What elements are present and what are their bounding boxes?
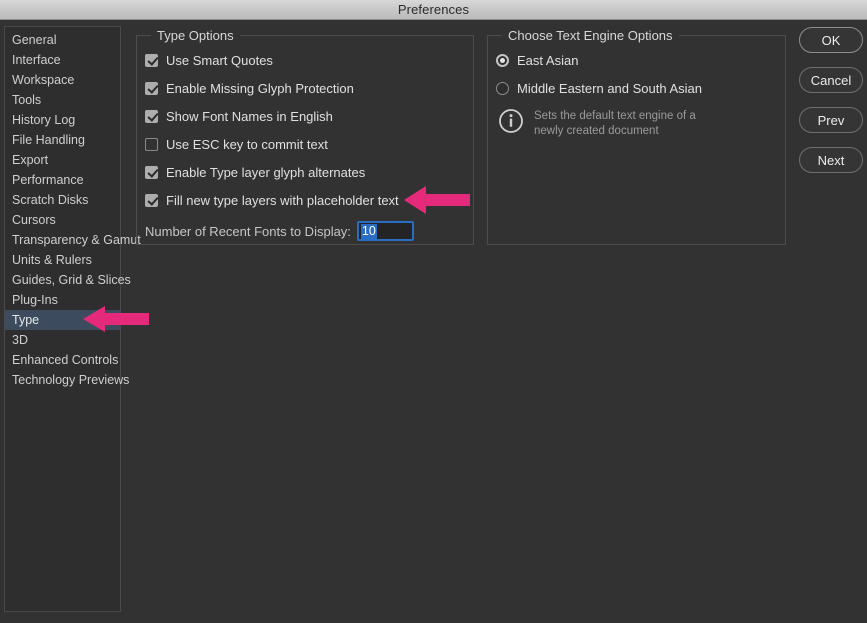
sidebar-item-label: Technology Previews (12, 373, 130, 387)
window-title: Preferences (397, 2, 470, 17)
sidebar-item-label: Tools (12, 93, 42, 107)
sidebar-item-tools[interactable]: Tools (5, 90, 120, 110)
info-icon (498, 108, 524, 134)
checkbox-row-0[interactable]: Use Smart Quotes (145, 51, 273, 69)
sidebar-item-label: Units & Rulers (12, 253, 92, 267)
ok-button[interactable]: OK (799, 27, 863, 53)
checkbox-checked-icon[interactable] (145, 53, 158, 67)
checkbox-checked-icon[interactable] (145, 193, 158, 207)
sidebar-item-general[interactable]: General (5, 30, 120, 50)
preferences-category-sidebar[interactable]: General Interface Workspace Tools History Lo… (4, 26, 141, 612)
sidebar-item-workspace[interactable]: Workspace (5, 70, 120, 90)
dialog-button-column: OK Cancel Prev Next (799, 27, 863, 187)
radio-row-0[interactable]: East Asian (496, 51, 578, 69)
recent-fonts-value: 10 (360, 223, 377, 239)
radio-label: Middle Eastern and South Asian (517, 80, 703, 96)
sidebar-item-guides-grid-slices[interactable]: Guides, Grid & Slices (5, 270, 131, 290)
sidebar-item-cursors[interactable]: Cursors (5, 210, 120, 230)
checkbox-label: Enable Type layer glyph alternates (166, 164, 366, 180)
sidebar-item-label: File Handling (12, 133, 85, 147)
checkbox-unchecked-icon[interactable] (145, 137, 158, 151)
sidebar-item-label: Export (12, 153, 49, 167)
sidebar-item-label: General (12, 33, 57, 47)
checkbox-label: Fill new type layers with placeholder te… (166, 192, 399, 208)
sidebar-item-label: Guides, Grid & Slices (12, 273, 131, 287)
sidebar-item-transparency-gamut[interactable]: Transparency & Gamut (5, 230, 141, 250)
radio-label: East Asian (517, 52, 579, 68)
checkbox-checked-icon[interactable] (145, 109, 158, 123)
sidebar-item-label: Cursors (12, 213, 56, 227)
sidebar-item-label: Transparency & Gamut (12, 233, 141, 247)
sidebar-item-performance[interactable]: Performance (5, 170, 120, 190)
sidebar-item-3d[interactable]: 3D (5, 330, 120, 350)
text-engine-hint-text: Sets the default text engine of a newly … (534, 108, 696, 139)
checkbox-label: Use ESC key to commit text (166, 136, 328, 152)
sidebar-item-interface[interactable]: Interface (5, 50, 120, 70)
next-button[interactable]: Next (799, 147, 863, 173)
sidebar-item-plug-ins[interactable]: Plug-Ins (5, 290, 120, 310)
checkbox-row-3[interactable]: Use ESC key to commit text (145, 135, 328, 153)
checkbox-label: Use Smart Quotes (166, 52, 273, 68)
sidebar-item-technology-previews[interactable]: Technology Previews (5, 370, 129, 390)
recent-fonts-input[interactable]: 10 (356, 221, 414, 241)
sidebar-item-history-log[interactable]: History Log (5, 110, 120, 130)
cancel-button[interactable]: Cancel (799, 67, 863, 93)
checkbox-checked-icon[interactable] (145, 165, 158, 179)
checkbox-row-4[interactable]: Enable Type layer glyph alternates (145, 163, 365, 181)
button-label: Cancel (810, 72, 852, 88)
sidebar-item-label: Interface (12, 53, 61, 67)
sidebar-item-label: Workspace (12, 73, 75, 87)
radio-unselected-icon[interactable] (496, 81, 509, 95)
text-engine-options-group: Choose Text Engine Options East Asian Mid… (487, 28, 786, 245)
button-label: OK (821, 32, 841, 48)
recent-fonts-label: Number of Recent Fonts to Display: (145, 223, 351, 239)
checkbox-row-2[interactable]: Show Font Names in English (145, 107, 333, 125)
button-label: Prev (817, 112, 845, 128)
text-engine-options-legend: Choose Text Engine Options (502, 28, 679, 43)
sidebar-item-label: 3D (12, 333, 28, 347)
sidebar-item-label: Performance (12, 173, 84, 187)
sidebar-item-type[interactable]: Type (5, 310, 120, 330)
window-titlebar: Preferences (0, 0, 867, 20)
type-options-group: Type Options Use Smart Quotes Enable Miss… (136, 28, 474, 245)
sidebar-item-scratch-disks[interactable]: Scratch Disks (5, 190, 120, 210)
checkbox-label: Enable Missing Glyph Protection (166, 80, 354, 96)
prev-button[interactable]: Prev (799, 107, 863, 133)
radio-row-1[interactable]: Middle Eastern and South Asian (496, 79, 702, 97)
sidebar-item-label: History Log (12, 113, 76, 127)
recent-fonts-row: Number of Recent Fonts to Display: 10 (145, 221, 414, 241)
sidebar-item-units-rulers[interactable]: Units & Rulers (5, 250, 120, 270)
sidebar-item-file-handling[interactable]: File Handling (5, 130, 120, 150)
hint-line-2: newly created document (534, 125, 659, 137)
button-label: Next (817, 152, 845, 168)
sidebar-item-enhanced-controls[interactable]: Enhanced Controls (5, 350, 120, 370)
checkbox-row-5[interactable]: Fill new type layers with placeholder te… (145, 191, 399, 209)
checkbox-row-1[interactable]: Enable Missing Glyph Protection (145, 79, 354, 97)
text-engine-hint: Sets the default text engine of a newly … (498, 108, 696, 139)
radio-selected-icon[interactable] (496, 53, 509, 67)
sidebar-item-label: Enhanced Controls (12, 353, 119, 367)
sidebar-item-export[interactable]: Export (5, 150, 120, 170)
sidebar-item-label: Type (12, 313, 40, 327)
sidebar-item-label: Scratch Disks (12, 193, 89, 207)
checkbox-label: Show Font Names in English (166, 108, 333, 124)
sidebar-item-label: Plug-Ins (12, 293, 58, 307)
type-options-legend: Type Options (151, 28, 240, 43)
checkbox-checked-icon[interactable] (145, 81, 158, 95)
hint-line-1: Sets the default text engine of a (534, 110, 696, 122)
